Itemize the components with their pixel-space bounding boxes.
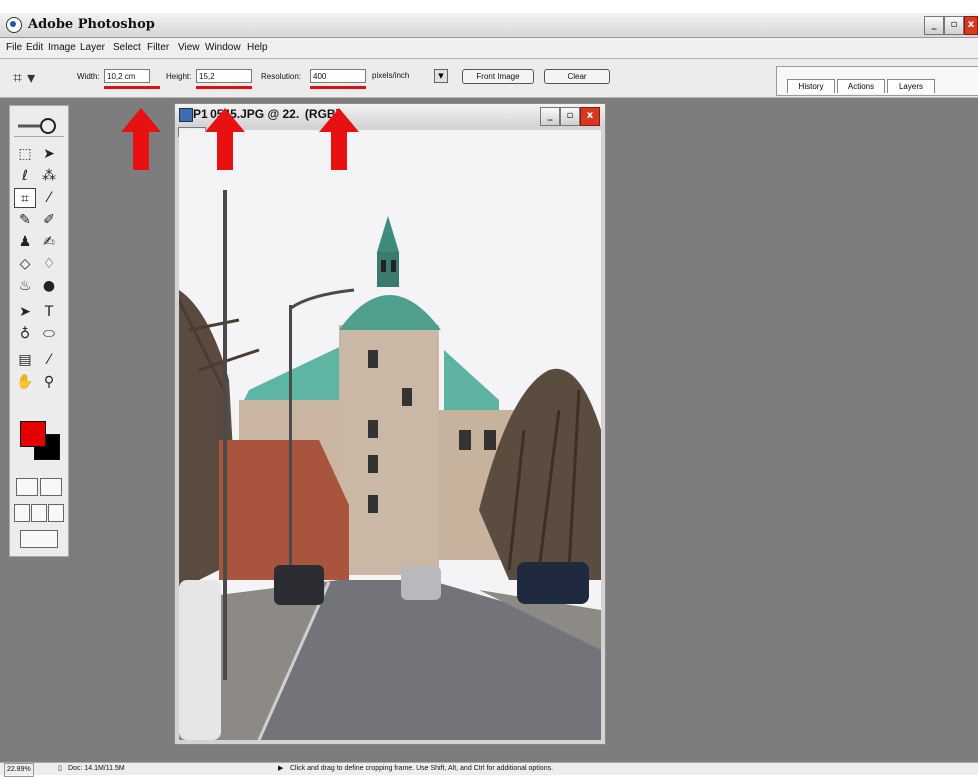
- annotation-arrow-width: [121, 108, 161, 170]
- screen-mode-full-icon[interactable]: [48, 504, 64, 522]
- tab-actions[interactable]: Actions: [837, 79, 885, 93]
- lasso-icon[interactable]: ℓ: [14, 166, 36, 186]
- notes-icon[interactable]: ▤: [14, 350, 36, 370]
- close-button[interactable]: x: [964, 16, 978, 35]
- brush-icon[interactable]: ✐: [38, 210, 60, 230]
- menu-layer[interactable]: Layer: [80, 42, 105, 53]
- quick-mask-mode-icon[interactable]: [40, 478, 62, 496]
- units-dropdown-arrow-icon[interactable]: ▼: [434, 69, 448, 83]
- doc-maximize-button[interactable]: ▫: [560, 107, 580, 126]
- type-icon[interactable]: T: [38, 302, 60, 322]
- hand-icon[interactable]: ✋: [14, 372, 36, 392]
- crop-icon[interactable]: ⌗: [14, 188, 36, 208]
- clear-button[interactable]: Clear: [544, 69, 610, 84]
- document-icon: [179, 108, 193, 122]
- status-hint: Click and drag to define cropping frame.…: [290, 765, 554, 772]
- standard-mode-icon[interactable]: [16, 478, 38, 496]
- menu-select[interactable]: Select: [113, 42, 141, 53]
- zoom-level[interactable]: 22.89%: [4, 763, 34, 777]
- height-field[interactable]: 15,2: [196, 69, 252, 83]
- photoshop-logo-icon: [6, 17, 22, 33]
- restore-button[interactable]: ▫: [944, 16, 964, 35]
- app-title: Adobe Photoshop: [28, 17, 155, 32]
- menu-filter[interactable]: Filter: [147, 42, 169, 53]
- crop-tool-preset-icon[interactable]: ⌗ ▾: [13, 68, 35, 88]
- resolution-units-select[interactable]: pixels/inch: [370, 69, 428, 83]
- eraser-icon[interactable]: ◇: [14, 254, 36, 274]
- resolution-underline: [310, 86, 366, 89]
- slice-icon[interactable]: ⁄: [38, 188, 60, 208]
- adobe-feather-icon[interactable]: [14, 114, 64, 137]
- magic-wand-icon[interactable]: ⁂: [38, 166, 60, 186]
- stamp-icon[interactable]: ♟: [14, 232, 36, 252]
- toolbox: ⬚ ➤ ℓ ⁂ ⌗ ⁄ ✎ ✐ ♟ ✍ ◇ ♢ ♨ ● ➤ T ♁ ⬭ ▤ ⁄ …: [9, 105, 69, 557]
- dodge-icon[interactable]: ●: [38, 276, 60, 296]
- menu-help[interactable]: Help: [247, 42, 268, 53]
- doc-close-button[interactable]: x: [580, 107, 600, 126]
- path-select-icon[interactable]: ➤: [14, 302, 36, 322]
- height-label: Height:: [166, 72, 192, 81]
- status-bar: 22.89% ▯ Doc: 14.1M/11.5M ▶ Click and dr…: [0, 762, 978, 777]
- screen-mode-standard-icon[interactable]: [14, 504, 30, 522]
- play-arrow-icon: ▶: [278, 765, 284, 772]
- blur-icon[interactable]: ♨: [14, 276, 36, 296]
- front-image-button[interactable]: Front Image: [462, 69, 534, 84]
- doc-size: Doc: 14.1M/11.5M: [68, 765, 125, 772]
- annotation-arrow-resolution: [319, 108, 359, 170]
- screen-mode-full-menu-icon[interactable]: [31, 504, 47, 522]
- jump-to-imageready-icon[interactable]: [20, 530, 58, 548]
- healing-icon[interactable]: ✎: [14, 210, 36, 230]
- marquee-icon[interactable]: ⬚: [14, 144, 36, 164]
- doc-size-icon[interactable]: ▯: [58, 763, 62, 775]
- move-icon[interactable]: ➤: [38, 144, 60, 164]
- tab-layers[interactable]: Layers: [887, 79, 935, 93]
- palette-well: History Actions Layers: [776, 66, 978, 96]
- menu-file[interactable]: File: [6, 42, 22, 53]
- eyedropper-icon[interactable]: ⁄: [38, 350, 60, 370]
- menu-edit[interactable]: Edit: [26, 42, 43, 53]
- width-label: Width:: [77, 72, 100, 81]
- menu-view[interactable]: View: [178, 42, 200, 53]
- height-underline: [196, 86, 252, 89]
- bucket-icon[interactable]: ♢: [38, 254, 60, 274]
- doc-minimize-button[interactable]: _: [540, 107, 560, 126]
- menu-bar: File Edit Image Layer Select Filter View…: [0, 38, 978, 59]
- zoom-icon[interactable]: ⚲: [38, 372, 60, 392]
- shape-icon[interactable]: ⬭: [38, 324, 60, 344]
- menu-image[interactable]: Image: [48, 42, 76, 53]
- resolution-field[interactable]: 400: [310, 69, 366, 83]
- history-brush-icon[interactable]: ✍: [38, 232, 60, 252]
- title-bar: Adobe Photoshop _ ▫ x: [0, 13, 978, 38]
- width-underline: [104, 86, 160, 89]
- annotation-arrow-height: [205, 108, 245, 170]
- pen-icon[interactable]: ♁: [14, 324, 36, 344]
- photo-canvas[interactable]: [179, 130, 601, 740]
- menu-window[interactable]: Window: [205, 42, 241, 53]
- tab-history[interactable]: History: [787, 79, 835, 93]
- resolution-label: Resolution:: [261, 72, 302, 81]
- minimize-button[interactable]: _: [924, 16, 944, 35]
- foreground-color-swatch[interactable]: [20, 421, 46, 447]
- width-field[interactable]: 10,2 cm: [104, 69, 150, 83]
